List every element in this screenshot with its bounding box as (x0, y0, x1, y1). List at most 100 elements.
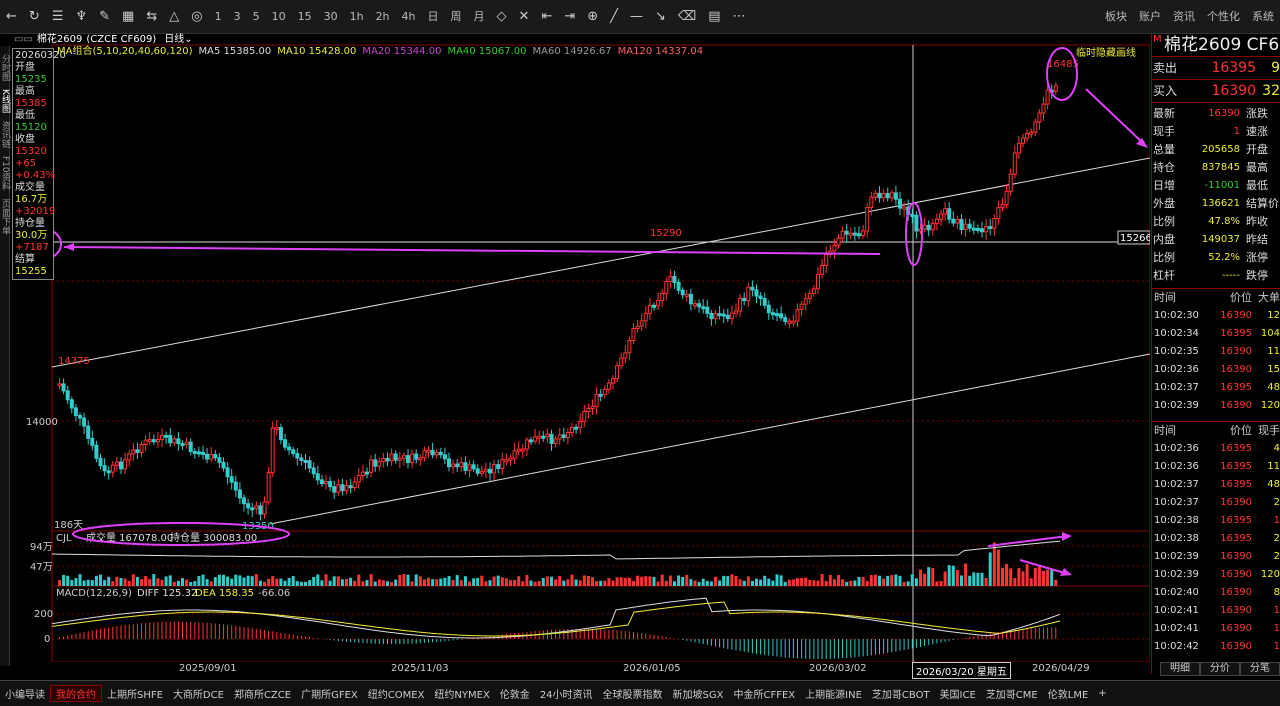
tab-timeshare[interactable]: 分时图 (0, 54, 10, 81)
period-3[interactable]: 3 (228, 0, 247, 34)
menu-news[interactable]: 资讯 (1167, 0, 1201, 34)
period-5[interactable]: 5 (247, 0, 266, 34)
market-tab[interactable]: 中金所CFFEX (729, 686, 801, 701)
market-tab[interactable]: 纽约COMEX (363, 686, 430, 701)
annotation-hide-lines[interactable]: 临时隐藏画线 (1076, 46, 1136, 59)
market-tab[interactable]: + (1093, 688, 1111, 699)
volume-bar (447, 576, 451, 586)
tick-time: 10:02:40 (1154, 587, 1199, 598)
hline-icon[interactable]: — (624, 0, 649, 34)
back-icon[interactable]: ← (0, 0, 23, 34)
market-tab[interactable]: 上期所SHFE (102, 686, 168, 701)
cross-icon[interactable]: ✕ (513, 0, 536, 34)
more-icon[interactable]: ⋯ (727, 0, 752, 34)
info-date: 20260320 (15, 50, 66, 61)
candle (131, 449, 136, 455)
arrow-icon[interactable]: ↘ (649, 0, 672, 34)
right-arrow-icon[interactable]: ⇥ (558, 0, 581, 34)
bell-icon[interactable]: △ (163, 0, 185, 34)
period-day[interactable]: 日 (422, 0, 445, 34)
tab-news-chain[interactable]: 资讯链 (0, 121, 10, 148)
period-month[interactable]: 月 (468, 0, 491, 34)
market-tab[interactable]: 新加坡SGX (668, 686, 729, 701)
list-icon[interactable]: ☰ (46, 0, 70, 34)
tools-icon[interactable]: ✎ (93, 0, 116, 34)
candle (914, 214, 919, 232)
market-tab[interactable]: 24小时资讯 (535, 686, 598, 701)
market-tab[interactable]: 美国ICE (935, 686, 981, 701)
menu-personalize[interactable]: 个性化 (1201, 0, 1246, 34)
menu-account[interactable]: 账户 (1133, 0, 1167, 34)
volume-bar (156, 578, 160, 586)
market-tab[interactable]: 全球股票指数 (598, 686, 668, 701)
candle (627, 340, 632, 354)
candle (205, 453, 210, 460)
market-tab[interactable]: 大商所DCE (168, 686, 229, 701)
candle-icon[interactable]: ♆ (69, 0, 93, 34)
candle (705, 306, 710, 314)
period-2h[interactable]: 2h (370, 0, 396, 34)
market-tab[interactable]: 伦敦LME (1043, 686, 1094, 701)
draw-tool-icon[interactable]: ◇ (491, 0, 513, 34)
kline-chart[interactable]: 15290 14375 14000 13350 16485 15266 186天… (10, 34, 1150, 662)
candle (73, 407, 78, 417)
candle (664, 280, 669, 294)
market-tab[interactable]: 广期所GFEX (296, 686, 363, 701)
grid-icon[interactable]: ▦ (116, 0, 140, 34)
eraser-icon[interactable]: ⌫ (672, 0, 702, 34)
volume-bar (353, 580, 357, 586)
period-1[interactable]: 1 (209, 0, 228, 34)
tab-price[interactable]: 分价 (1200, 662, 1240, 676)
table-row: 10:02:36 16395 11 (1152, 458, 1280, 476)
column-header: 现手 (1258, 424, 1280, 437)
period-4h[interactable]: 4h (396, 0, 422, 34)
market-tab[interactable]: 小编导读 (0, 686, 50, 701)
candle (1033, 121, 1038, 133)
quote-label: 昨收 (1246, 215, 1268, 228)
candle (1025, 133, 1030, 139)
period-30[interactable]: 30 (318, 0, 344, 34)
trend-line-upper[interactable] (51, 157, 1150, 368)
period-week[interactable]: 周 (445, 0, 468, 34)
market-tab[interactable]: 郑商所CZCE (229, 686, 296, 701)
tab-detail[interactable]: 明细 (1160, 662, 1200, 676)
market-tab[interactable]: 我的合约 (50, 685, 102, 702)
candle (365, 471, 369, 475)
refresh-icon[interactable]: ↻ (23, 0, 46, 34)
candle (418, 457, 423, 461)
candle (557, 434, 562, 440)
menu-sector[interactable]: 板块 (1099, 0, 1133, 34)
share-icon[interactable]: ⇆ (140, 0, 163, 34)
period-15[interactable]: 15 (292, 0, 318, 34)
candle (397, 457, 402, 461)
tab-kline[interactable]: K线图 (0, 89, 10, 113)
tab-order[interactable]: 页面下单 (0, 199, 10, 235)
left-arrow-icon[interactable]: ⇤ (535, 0, 558, 34)
volume-bar (62, 574, 66, 586)
add-indicator-icon[interactable]: ⊕ (581, 0, 604, 34)
volume-bar (541, 578, 545, 586)
period-1h[interactable]: 1h (344, 0, 370, 34)
quote-label: 比例 (1153, 215, 1175, 228)
volume-bar (246, 575, 250, 586)
f10-icon[interactable]: ◎ (185, 0, 208, 34)
period-10[interactable]: 10 (266, 0, 292, 34)
market-tab[interactable]: 芝加哥CME (981, 686, 1043, 701)
line-icon[interactable]: ╱ (604, 0, 624, 34)
tick-time: 10:02:38 (1154, 515, 1199, 526)
tab-f10[interactable]: F10资料 (0, 156, 10, 191)
volume-bar (927, 567, 931, 586)
volume-bar (320, 580, 324, 586)
market-tab[interactable]: 伦敦金 (495, 686, 535, 701)
candle (488, 468, 492, 474)
print-icon[interactable]: ▤ (702, 0, 726, 34)
market-tab[interactable]: 上期能源INE (800, 686, 867, 701)
quote-label: 开盘 (1246, 143, 1268, 156)
trend-line-lower[interactable] (269, 353, 1150, 525)
market-tab[interactable]: 芝加哥CBOT (867, 686, 935, 701)
tab-tick[interactable]: 分笔 (1240, 662, 1280, 676)
quote-row: 现手 1 速涨 (1152, 123, 1280, 141)
menu-system[interactable]: 系统 (1246, 0, 1280, 34)
candle (869, 196, 874, 209)
market-tab[interactable]: 纽约NYMEX (429, 686, 494, 701)
